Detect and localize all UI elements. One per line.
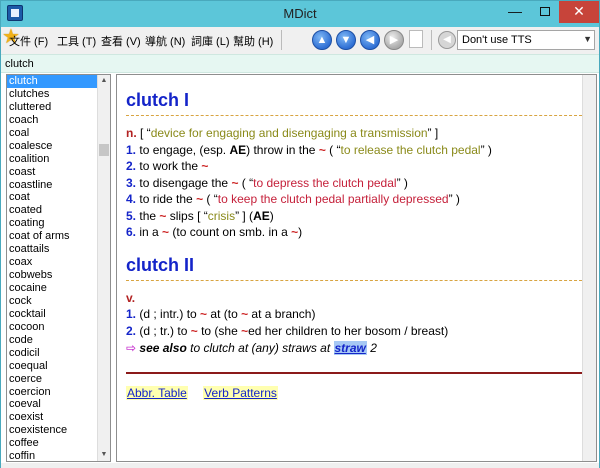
word-list-item[interactable]: coffee [7, 437, 110, 450]
section-divider [126, 371, 582, 374]
word-list-item[interactable]: coerce [7, 373, 110, 386]
word-list-item[interactable]: cobwebs [7, 269, 110, 282]
verb-sense: v. 1. (d ; intr.) to ~ at (to ~ at a bra… [126, 290, 582, 357]
word-list-item[interactable]: coat of arms [7, 230, 110, 243]
scroll-up-icon[interactable]: ▲ [98, 75, 110, 87]
menu-library[interactable]: 詞庫 (L) [191, 33, 230, 49]
part-of-speech: n. [126, 126, 137, 140]
word-list-item[interactable]: cocktail [7, 308, 110, 321]
title-bar[interactable]: MDict — ✕ [1, 1, 599, 27]
word-list-scrollbar[interactable]: ▲ ▼ [97, 75, 110, 461]
maximize-icon [540, 7, 550, 16]
word-list-item[interactable]: coequal [7, 360, 110, 373]
word-list-item[interactable]: coalesce [7, 140, 110, 153]
toolbar: 文件 (F) 工具 (T) 查看 (V) 導航 (N) 詞庫 (L) 幫助 (H… [1, 27, 599, 54]
headword-1: clutch I [126, 90, 190, 110]
word-list-item[interactable]: code [7, 334, 110, 347]
word-list-item[interactable]: clutches [7, 88, 110, 101]
scroll-thumb[interactable] [99, 144, 109, 156]
word-list-item[interactable]: coach [7, 114, 110, 127]
chevron-down-icon: ▼ [583, 34, 592, 44]
forward-icon[interactable]: ▶ [384, 30, 404, 50]
word-list-item[interactable]: coffin [7, 450, 110, 461]
close-button[interactable]: ✕ [559, 1, 599, 23]
maximize-button[interactable] [531, 1, 559, 23]
divider [126, 279, 582, 281]
word-list-item[interactable]: coeval [7, 398, 110, 411]
search-input[interactable] [5, 57, 405, 71]
word-list-item[interactable]: cocoon [7, 321, 110, 334]
headword-2: clutch II [126, 254, 195, 275]
word-list-item[interactable]: coercion [7, 386, 110, 399]
word-list-item[interactable]: coexist [7, 411, 110, 424]
arrow-up-icon[interactable]: ▲ [312, 30, 332, 50]
sense-row: 5. the ~ slips [ “crisis” ] (AE) [126, 208, 274, 223]
status-bar [1, 463, 599, 468]
sense-row: 4. to ride the ~ ( “to keep the clutch p… [126, 192, 460, 206]
definition-content: clutch I n. [ “device for engaging and d… [126, 75, 582, 400]
sense-row: 2. (d ; tr.) to ~ to (she ~ed her childr… [126, 323, 449, 338]
app-window: MDict — ✕ 文件 (F) 工具 (T) 查看 (V) 導航 (N) 詞庫… [0, 0, 600, 468]
word-list-item[interactable]: clutch [7, 75, 110, 88]
tts-select[interactable]: Don't use TTS ▼ [457, 30, 595, 50]
scroll-down-icon[interactable]: ▼ [98, 449, 110, 461]
toolbar-separator [431, 30, 432, 50]
word-list-item[interactable]: coexistence [7, 424, 110, 437]
definition-scrollbar[interactable] [582, 75, 596, 461]
abbr-table-link[interactable]: Abbr. Table [126, 385, 188, 400]
word-list-item[interactable]: coast [7, 166, 110, 179]
verb-pos-row: v. [126, 290, 582, 307]
word-list[interactable]: clutch clutches cluttered coach coal coalesce… [6, 74, 111, 462]
divider [126, 115, 582, 116]
word-list-item[interactable]: cluttered [7, 101, 110, 114]
see-also-row: ⇨ see also to clutch at (any) straws at … [126, 341, 377, 355]
word-list-item[interactable]: cocaine [7, 282, 110, 295]
menu-tools[interactable]: 工具 (T) [57, 33, 96, 49]
sense-row: 2. to work the ~ [126, 159, 209, 173]
minimize-button[interactable]: — [501, 1, 529, 23]
word-list-item[interactable]: coal [7, 127, 110, 140]
word-list-item[interactable]: coastline [7, 179, 110, 192]
sense-row: 1. to engage, (esp. AE) throw in the ~ (… [126, 142, 492, 157]
straw-link[interactable]: straw [333, 341, 367, 355]
definition-pane: clutch I n. [ “device for engaging and d… [116, 74, 597, 462]
toolbar-separator [281, 30, 282, 50]
back-icon[interactable]: ◀ [360, 30, 380, 50]
reference-links: Abbr. Table Verb Patterns [126, 385, 582, 400]
menu-file[interactable]: 文件 (F) [9, 33, 48, 49]
word-list-item[interactable]: coattails [7, 243, 110, 256]
word-list-items: clutch clutches cluttered coach coal coalesce… [7, 75, 110, 461]
see-also-arrow-icon: ⇨ [126, 341, 137, 355]
word-list-item[interactable]: cock [7, 295, 110, 308]
menu-navigate[interactable]: 導航 (N) [145, 33, 185, 49]
word-list-item[interactable]: coalition [7, 153, 110, 166]
word-list-item[interactable]: coax [7, 256, 110, 269]
sense-row: 3. to disengage the ~ ( “to depress the … [126, 175, 408, 190]
arrow-down-icon[interactable]: ▼ [336, 30, 356, 50]
noun-definition: n. [ “device for engaging and disengagin… [126, 126, 439, 140]
part-of-speech: v. [126, 290, 136, 305]
tts-select-value: Don't use TTS [462, 34, 532, 46]
sense-row: 1. (d ; intr.) to ~ at (to ~ at a branch… [126, 307, 316, 321]
word-list-item[interactable]: coat [7, 191, 110, 204]
search-bar [1, 54, 599, 73]
menu-help[interactable]: 幫助 (H) [233, 33, 273, 49]
noun-sense: n. [ “device for engaging and disengagin… [126, 125, 582, 241]
menu-view[interactable]: 查看 (V) [101, 33, 141, 49]
word-list-item[interactable]: coating [7, 217, 110, 230]
sense-row: 6. in a ~ (to count on smb. in a ~) [126, 225, 303, 239]
verb-patterns-link[interactable]: Verb Patterns [203, 385, 278, 400]
page-icon[interactable] [409, 30, 423, 48]
word-list-item[interactable]: codicil [7, 347, 110, 360]
word-list-item[interactable]: coated [7, 204, 110, 217]
speaker-icon[interactable]: ◀ [438, 31, 456, 49]
